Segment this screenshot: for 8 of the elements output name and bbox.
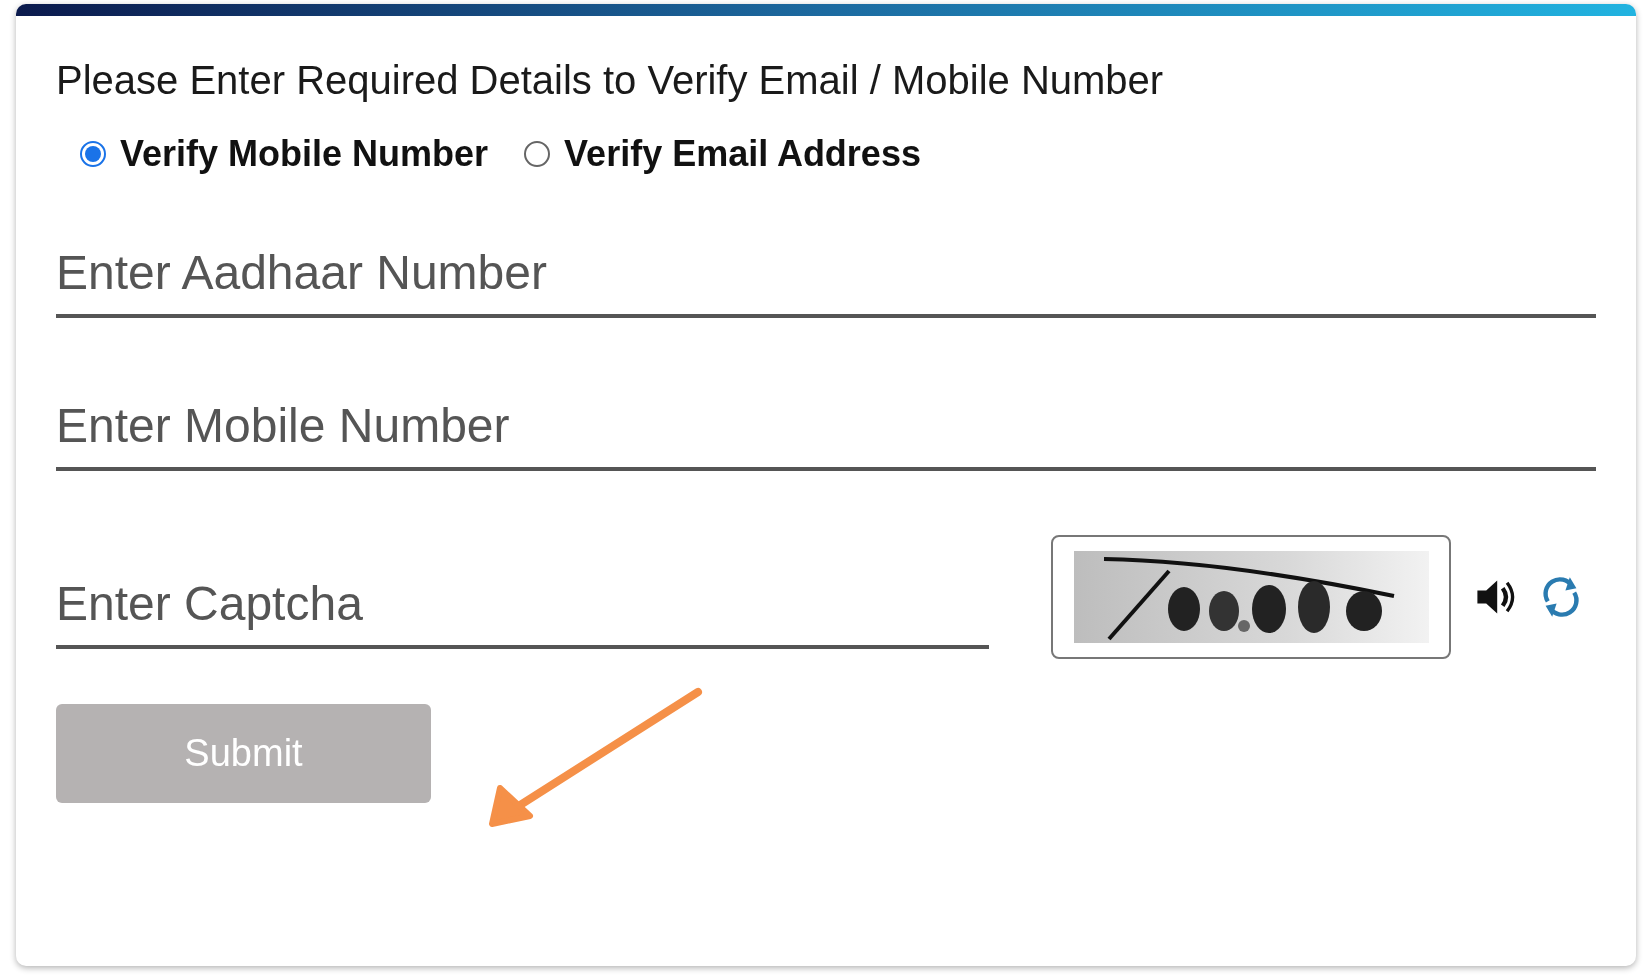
captcha-field[interactable]: Enter Captcha	[56, 566, 989, 649]
input-field[interactable]: Enter Aadhaar Number	[56, 235, 1596, 318]
radio-button[interactable]	[524, 141, 551, 167]
radio-option[interactable]: Verify Email Address	[524, 133, 921, 175]
input-field[interactable]: Enter Mobile Number	[56, 388, 1596, 471]
form-heading: Please Enter Required Details to Verify Email / Mobile Number	[56, 58, 1165, 103]
radio-option[interactable]: Verify Mobile Number	[80, 133, 489, 175]
radio-button[interactable]	[80, 141, 106, 167]
